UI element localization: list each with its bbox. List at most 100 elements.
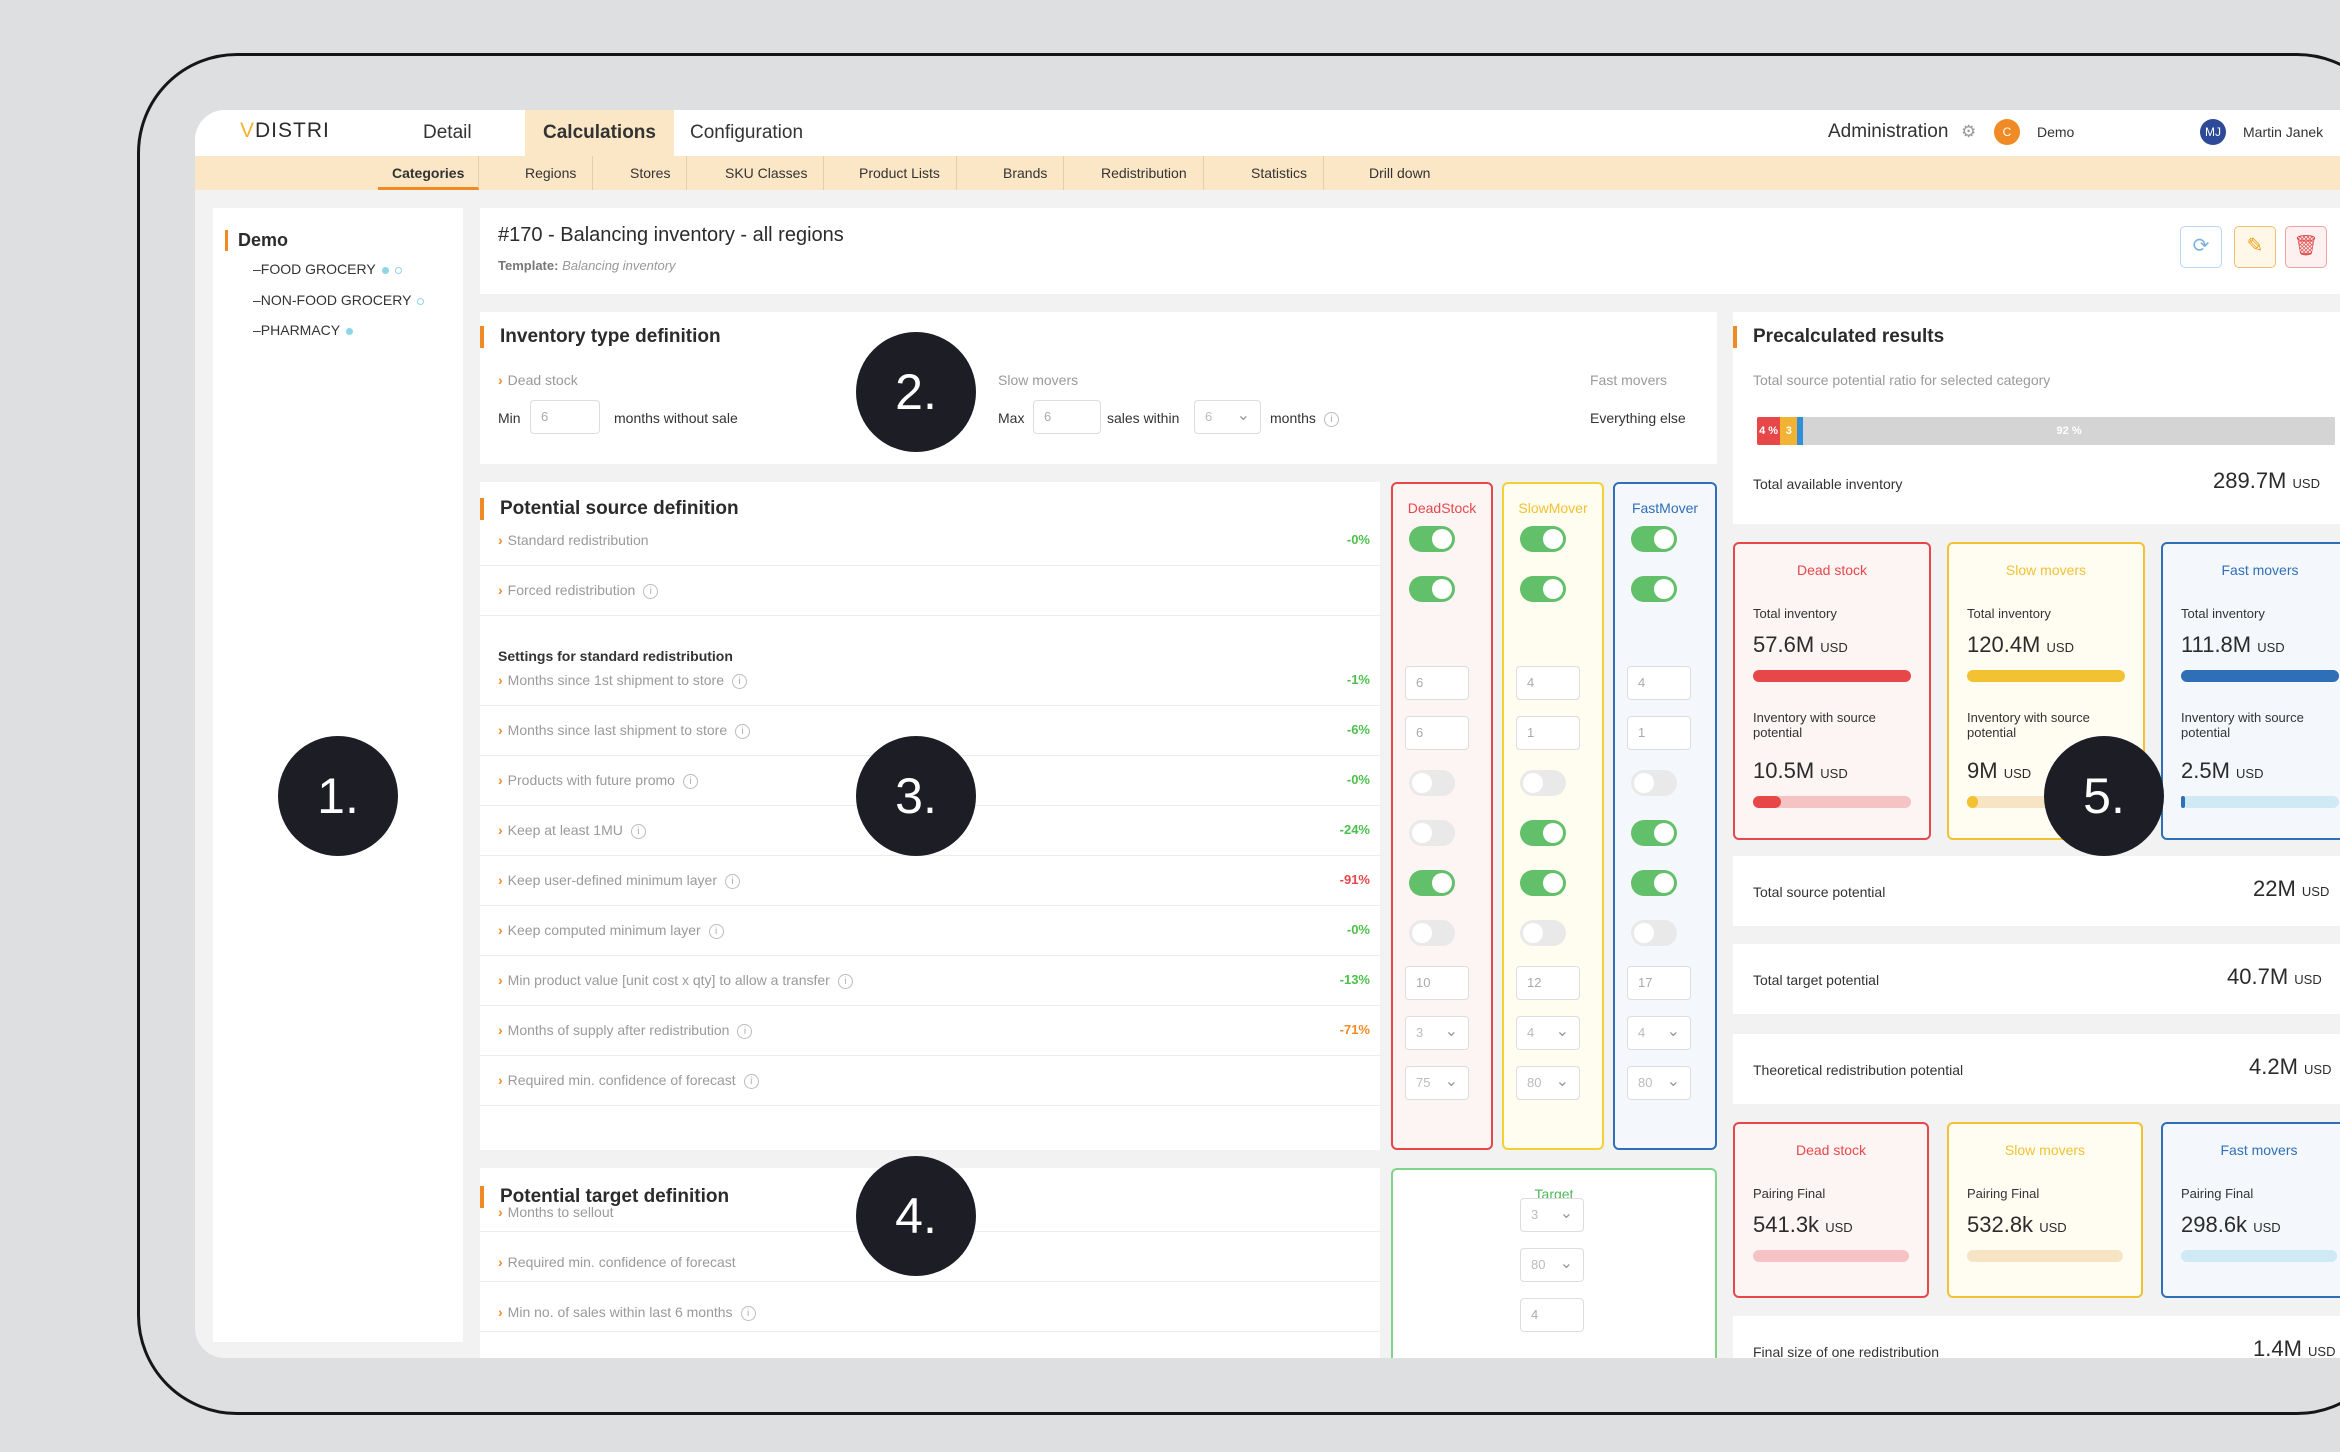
info-icon[interactable]: i — [708, 923, 724, 939]
cell-select[interactable]: 3 — [1520, 1198, 1584, 1232]
info-icon[interactable]: i — [735, 723, 751, 739]
info-icon[interactable]: i — [630, 823, 646, 839]
toggle-switch[interactable] — [1631, 526, 1677, 552]
ratio-bar: 4 %3 % 92 % — [1757, 417, 2335, 445]
subtab-product-lists[interactable]: Product Lists — [859, 156, 957, 190]
user-name[interactable]: Martin Janek — [2243, 124, 2323, 140]
tab-detail[interactable]: Detail — [405, 110, 490, 156]
info-icon[interactable]: i — [643, 583, 659, 599]
delete-button[interactable]: 🗑 — [2285, 226, 2327, 268]
toggle-switch[interactable] — [1520, 526, 1566, 552]
table-row: › Required min. confidence of forecast i — [480, 1056, 1380, 1106]
subtab-sku-classes[interactable]: SKU Classes — [725, 156, 825, 190]
info-icon[interactable]: i — [837, 973, 853, 989]
cell-input[interactable]: 4 — [1516, 666, 1580, 700]
toggle-switch[interactable] — [1631, 920, 1677, 946]
info-icon[interactable]: i — [682, 773, 698, 789]
administration-link[interactable]: Administration — [1828, 121, 1948, 143]
cell-select[interactable]: 80 — [1627, 1066, 1691, 1100]
info-icon[interactable]: i — [732, 673, 747, 689]
cell-select[interactable]: 80 — [1516, 1066, 1580, 1100]
cell-select[interactable]: 80 — [1520, 1248, 1584, 1282]
toggle-switch[interactable] — [1409, 576, 1455, 602]
value-text: 541.3k — [1753, 1212, 1820, 1237]
cell-input[interactable]: 17 — [1627, 966, 1691, 1000]
info-icon[interactable]: i — [743, 1073, 759, 1089]
cell-select[interactable]: 75 — [1405, 1066, 1469, 1100]
row-label-text: Standard redistribution — [507, 532, 649, 548]
subtab-statistics[interactable]: Statistics — [1251, 156, 1325, 190]
toggle-switch[interactable] — [1631, 820, 1677, 846]
info-icon[interactable]: i — [725, 873, 740, 889]
cell-input[interactable]: 1 — [1627, 716, 1691, 750]
dead-stock-min-input[interactable]: 6 — [530, 400, 600, 434]
subtab-redistribution[interactable]: Redistribution — [1101, 156, 1204, 190]
user-avatar[interactable]: MJ — [2200, 119, 2226, 145]
row-percent: -1% — [1346, 672, 1370, 687]
cell-input[interactable]: 10 — [1405, 966, 1469, 1000]
toggle-switch[interactable] — [1520, 770, 1566, 796]
tree-item-pharmacy[interactable]: –PHARMACY — [253, 322, 354, 338]
cell-input[interactable]: 12 — [1516, 966, 1580, 1000]
cell-select[interactable]: 4 — [1516, 1016, 1580, 1050]
cell-input[interactable]: 6 — [1405, 666, 1469, 700]
toggle-switch[interactable] — [1520, 920, 1566, 946]
trash-icon: 🗑 — [2293, 235, 2319, 257]
chevron-right-icon: › — [498, 972, 503, 988]
total-inventory-bar — [2181, 670, 2339, 682]
edit-button[interactable]: ✎ — [2234, 226, 2276, 268]
currency: USD — [2039, 1220, 2067, 1235]
tree-item-food-grocery[interactable]: –FOOD GROCERY — [253, 261, 402, 277]
toggle-switch[interactable] — [1520, 820, 1566, 846]
toggle-switch[interactable] — [1631, 870, 1677, 896]
toggle-switch[interactable] — [1409, 870, 1455, 896]
tree-root[interactable]: Demo — [225, 230, 288, 251]
tab-configuration[interactable]: Configuration — [672, 110, 821, 156]
gear-icon[interactable]: ⚙ — [1961, 122, 1976, 142]
cell-input[interactable]: 1 — [1516, 716, 1580, 750]
subtab-brands[interactable]: Brands — [1003, 156, 1065, 190]
cell-input[interactable]: 4 — [1520, 1298, 1584, 1332]
chevron-right-icon: › — [498, 1072, 503, 1088]
slow-movers-max-input[interactable]: 6 — [1033, 400, 1101, 434]
sales-within-select[interactable]: 6 — [1194, 400, 1261, 434]
everything-else-label: Everything else — [1590, 410, 1686, 426]
subtab-stores[interactable]: Stores — [630, 156, 688, 190]
org-avatar[interactable]: C — [1994, 119, 2020, 145]
status-dot — [417, 297, 425, 305]
info-icon[interactable]: i — [740, 1305, 756, 1321]
chevron-right-icon: › — [498, 672, 503, 688]
info-icon[interactable]: i — [1323, 411, 1339, 427]
callout-marker: 1. — [278, 736, 398, 856]
toggle-switch[interactable] — [1631, 576, 1677, 602]
subtab-drill-down[interactable]: Drill down — [1369, 156, 1446, 190]
toggle-switch[interactable] — [1409, 526, 1455, 552]
toggle-switch[interactable] — [1409, 770, 1455, 796]
table-row: › Forced redistribution i — [480, 566, 1380, 616]
cell-input[interactable]: 6 — [1405, 716, 1469, 750]
tree-item-non-food-grocery[interactable]: –NON-FOOD GROCERY — [253, 292, 425, 308]
value-text: 57.6M — [1753, 632, 1815, 657]
toggle-switch[interactable] — [1409, 820, 1455, 846]
app-logo[interactable]: VDISTRI — [240, 119, 330, 143]
org-label[interactable]: Demo — [2037, 124, 2074, 140]
toggle-switch[interactable] — [1520, 870, 1566, 896]
potential-label: Inventory with source potential — [2181, 710, 2304, 740]
row-label-text: Months to sellout — [507, 1204, 614, 1220]
target-potential-value: 40.7M USD — [2227, 964, 2322, 989]
info-icon[interactable]: i — [737, 1023, 753, 1039]
row-percent: -0% — [1346, 532, 1370, 547]
tab-calculations[interactable]: Calculations — [525, 110, 674, 156]
toggle-switch[interactable] — [1409, 920, 1455, 946]
cell-input[interactable]: 4 — [1627, 666, 1691, 700]
toggle-switch[interactable] — [1631, 770, 1677, 796]
toggle-switch[interactable] — [1520, 576, 1566, 602]
cell-select[interactable]: 3 — [1405, 1016, 1469, 1050]
final-size-card: Final size of one redistribution 1.4M US… — [1733, 1316, 2340, 1358]
final-size-label: Final size of one redistribution — [1753, 1344, 1939, 1358]
subtab-regions[interactable]: Regions — [525, 156, 594, 190]
cell-select[interactable]: 4 — [1627, 1016, 1691, 1050]
subtab-categories[interactable]: Categories — [378, 156, 480, 190]
ratio-segment: 3 % — [1780, 417, 1798, 445]
refresh-button[interactable]: ⟳ — [2180, 226, 2222, 268]
